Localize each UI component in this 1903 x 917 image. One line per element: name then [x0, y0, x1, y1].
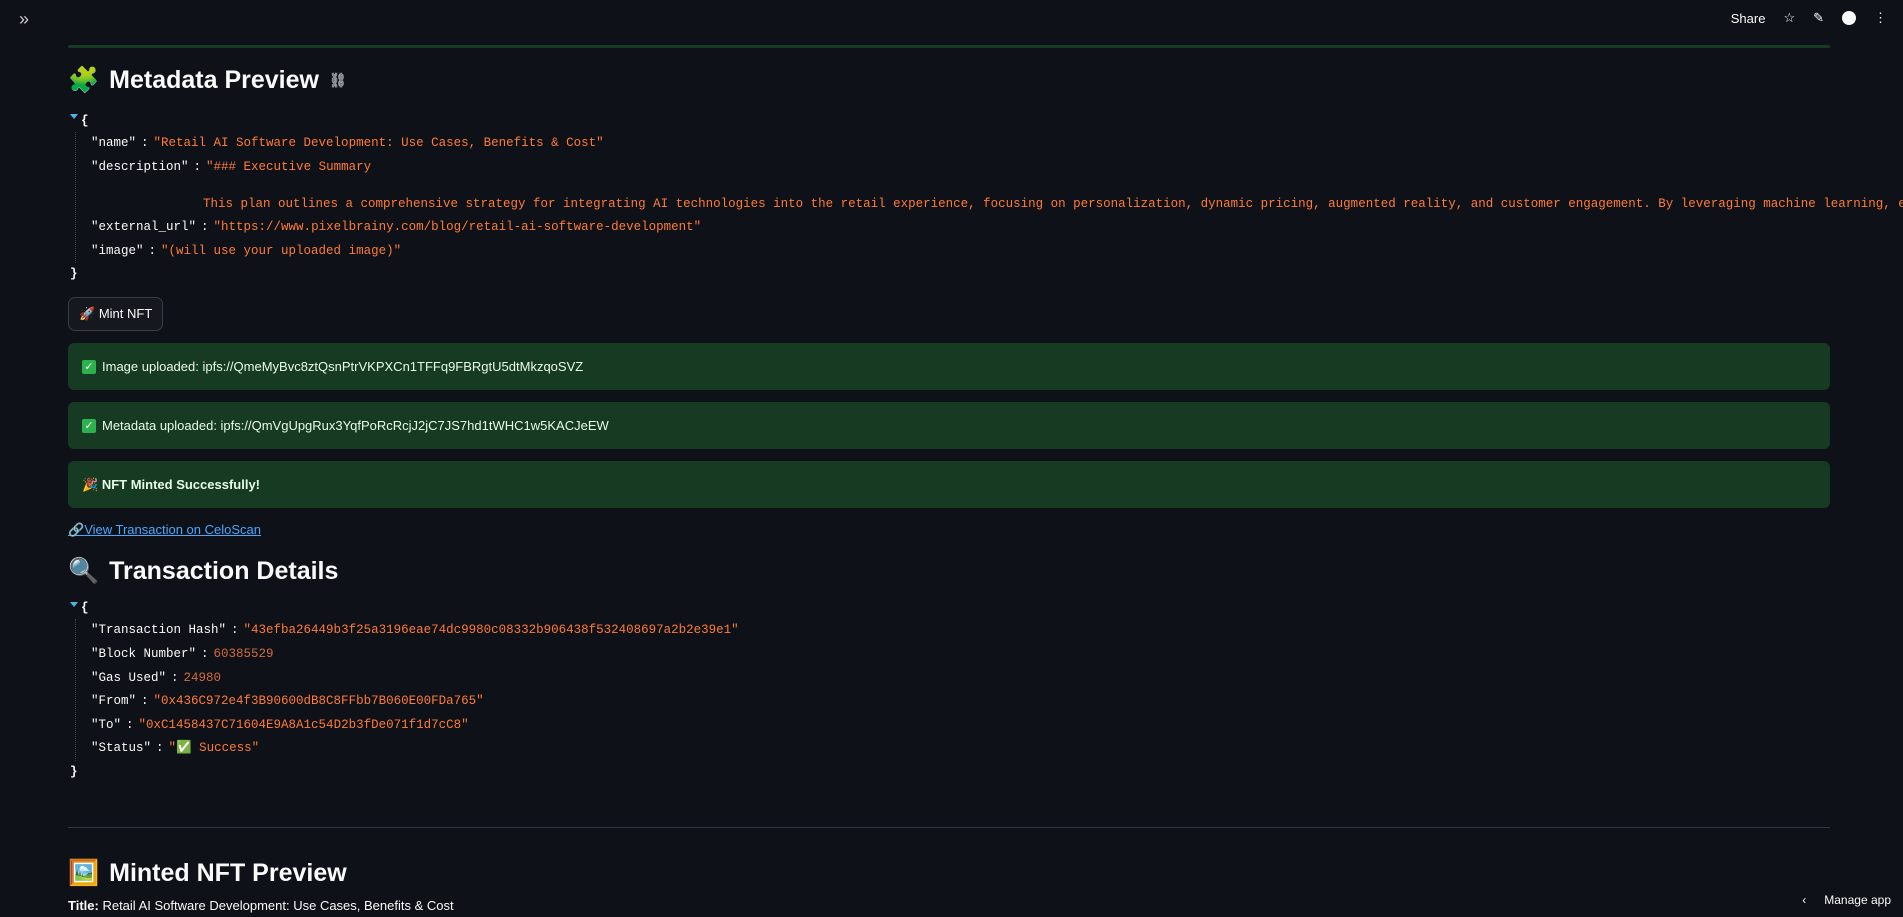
section-divider [68, 826, 1830, 828]
json-value: "0x436C972e4f3B90600dB8C8FFbb7B060E00FDa… [153, 694, 484, 709]
json-row-from: "From": "0x436C972e4f3B90600dB8C8FFbb7B06… [91, 694, 484, 709]
nft-title-line: Title: Retail AI Software Development: U… [68, 898, 1830, 913]
github-icon[interactable] [1842, 11, 1856, 25]
json-value: "### Executive Summary [206, 159, 372, 174]
json-row-transaction-hash: "Transaction Hash": "43efba26449b3f25a319… [91, 623, 739, 638]
json-value: "Retail AI Software Development: Use Cas… [153, 136, 604, 150]
more-menu-icon[interactable]: ⋮ [1874, 10, 1887, 26]
transaction-json-viewer: { "Transaction Hash": "43efba26449b3f25a3… [68, 597, 1830, 783]
json-row-external-url: "external_url": "https://www.pixelbrainy.… [91, 220, 702, 235]
json-row-image: "image": "(will use your uploaded image)" [91, 243, 402, 258]
minted-nft-preview-title: Minted NFT Preview [109, 859, 347, 888]
json-key: "image" [91, 243, 144, 258]
json-key: "Gas Used" [91, 670, 167, 685]
nft-title-value: Retail AI Software Development: Use Case… [102, 897, 454, 913]
json-close-brace: } [70, 764, 78, 779]
rocket-icon: 🚀 [79, 306, 96, 322]
json-row-status: "Status": "✅ Success" [91, 741, 260, 756]
top-actions: Share ☆ ✎ ⋮ [1731, 10, 1887, 26]
main-content: 🧩 Metadata Preview ⛓ { "name": "Retail AI… [68, 60, 1903, 913]
minted-success-alert: 🎉 NFT Minted Successfully! [68, 461, 1830, 509]
check-icon: ✓ [82, 359, 96, 374]
json-row-description: "description": "### Executive Summary [91, 159, 372, 174]
metadata-uploaded-text: Metadata uploaded: ipfs://QmVgUpgRux3Yqf… [102, 418, 609, 434]
puzzle-icon: 🧩 [68, 65, 100, 94]
json-description-continuation: This plan outlines a comprehensive strat… [203, 197, 1903, 212]
json-key: "description" [91, 159, 189, 174]
status-rule [68, 45, 1830, 48]
chevron-left-icon: ‹ [1802, 893, 1807, 907]
view-transaction-label: View Transaction on CeloScan [84, 522, 261, 538]
edit-icon[interactable]: ✎ [1813, 10, 1824, 26]
magnifier-icon: 🔍 [68, 556, 100, 585]
check-icon: ✓ [82, 418, 96, 433]
json-key: "Transaction Hash" [91, 623, 227, 638]
manage-app-label: Manage app [1824, 893, 1891, 907]
metadata-preview-title: Metadata Preview [109, 65, 319, 94]
nft-title-label: Title: [68, 897, 99, 913]
json-value: "43efba26449b3f25a3196eae74dc9980c08332b… [243, 623, 739, 638]
top-bar: » Share ☆ ✎ ⋮ [0, 0, 1903, 38]
json-key: "Status" [91, 741, 152, 756]
party-icon: 🎉 [82, 477, 99, 493]
collapse-caret-icon[interactable] [70, 114, 78, 120]
json-value: "https://www.pixelbrainy.com/blog/retail… [213, 220, 702, 235]
json-key: "name" [91, 136, 137, 150]
metadata-json-viewer: { "name": "Retail AI Software Development… [68, 110, 1903, 285]
json-key: "external_url" [91, 220, 197, 235]
json-value: 24980 [183, 670, 222, 685]
metadata-uploaded-alert: ✓ Metadata uploaded: ipfs://QmVgUpgRux3Yq… [68, 402, 1830, 450]
json-value: "0xC1458437C71604E9A8A1c54D2b3fDe071f1d7… [138, 717, 469, 732]
mint-nft-label: Mint NFT [98, 306, 153, 322]
link-icon: 🔗 [68, 522, 85, 538]
expand-sidebar-icon[interactable]: » [19, 9, 29, 30]
json-body: "name": "Retail AI Software Development: … [75, 132, 1903, 264]
json-value: "✅ Success" [168, 741, 260, 756]
mint-nft-button[interactable]: 🚀 Mint NFT [68, 297, 164, 332]
anchor-link-icon[interactable]: ⛓ [329, 72, 347, 89]
json-key: "Block Number" [91, 646, 197, 661]
json-row-name: "name": "Retail AI Software Development: … [91, 136, 604, 150]
json-value: 60385529 [213, 646, 274, 661]
share-button[interactable]: Share [1731, 11, 1766, 26]
minted-nft-preview-heading: 🖼️ Minted NFT Preview [68, 854, 1830, 894]
image-uploaded-text: Image uploaded: ipfs://QmeMyBvc8ztQsnPtr… [102, 359, 584, 375]
minted-success-text: NFT Minted Successfully! [101, 477, 261, 493]
json-value: "(will use your uploaded image)" [161, 243, 402, 258]
metadata-preview-heading: 🧩 Metadata Preview ⛓ [68, 60, 1830, 100]
json-row-gas-used: "Gas Used":24980 [91, 670, 222, 685]
json-open-brace[interactable]: { [70, 597, 1830, 619]
json-body: "Transaction Hash": "43efba26449b3f25a319… [75, 619, 1830, 761]
transaction-details-heading: 🔍 Transaction Details [68, 551, 1830, 591]
picture-icon: 🖼️ [68, 859, 100, 888]
json-open-brace[interactable]: { [70, 110, 1830, 132]
json-row-block-number: "Block Number":60385529 [91, 646, 274, 661]
json-key: "To" [91, 717, 122, 732]
json-key: "From" [91, 694, 137, 709]
collapse-caret-icon[interactable] [70, 601, 78, 607]
transaction-details-title: Transaction Details [109, 556, 339, 585]
view-transaction-link[interactable]: 🔗View Transaction on CeloScan [68, 522, 261, 538]
json-row-to: "To": "0xC1458437C71604E9A8A1c54D2b3fDe07… [91, 717, 469, 732]
image-uploaded-alert: ✓ Image uploaded: ipfs://QmeMyBvc8ztQsnPt… [68, 343, 1830, 391]
json-close-brace: } [70, 267, 78, 282]
manage-app-button[interactable]: ‹ Manage app [1802, 893, 1891, 907]
star-icon[interactable]: ☆ [1783, 10, 1795, 26]
